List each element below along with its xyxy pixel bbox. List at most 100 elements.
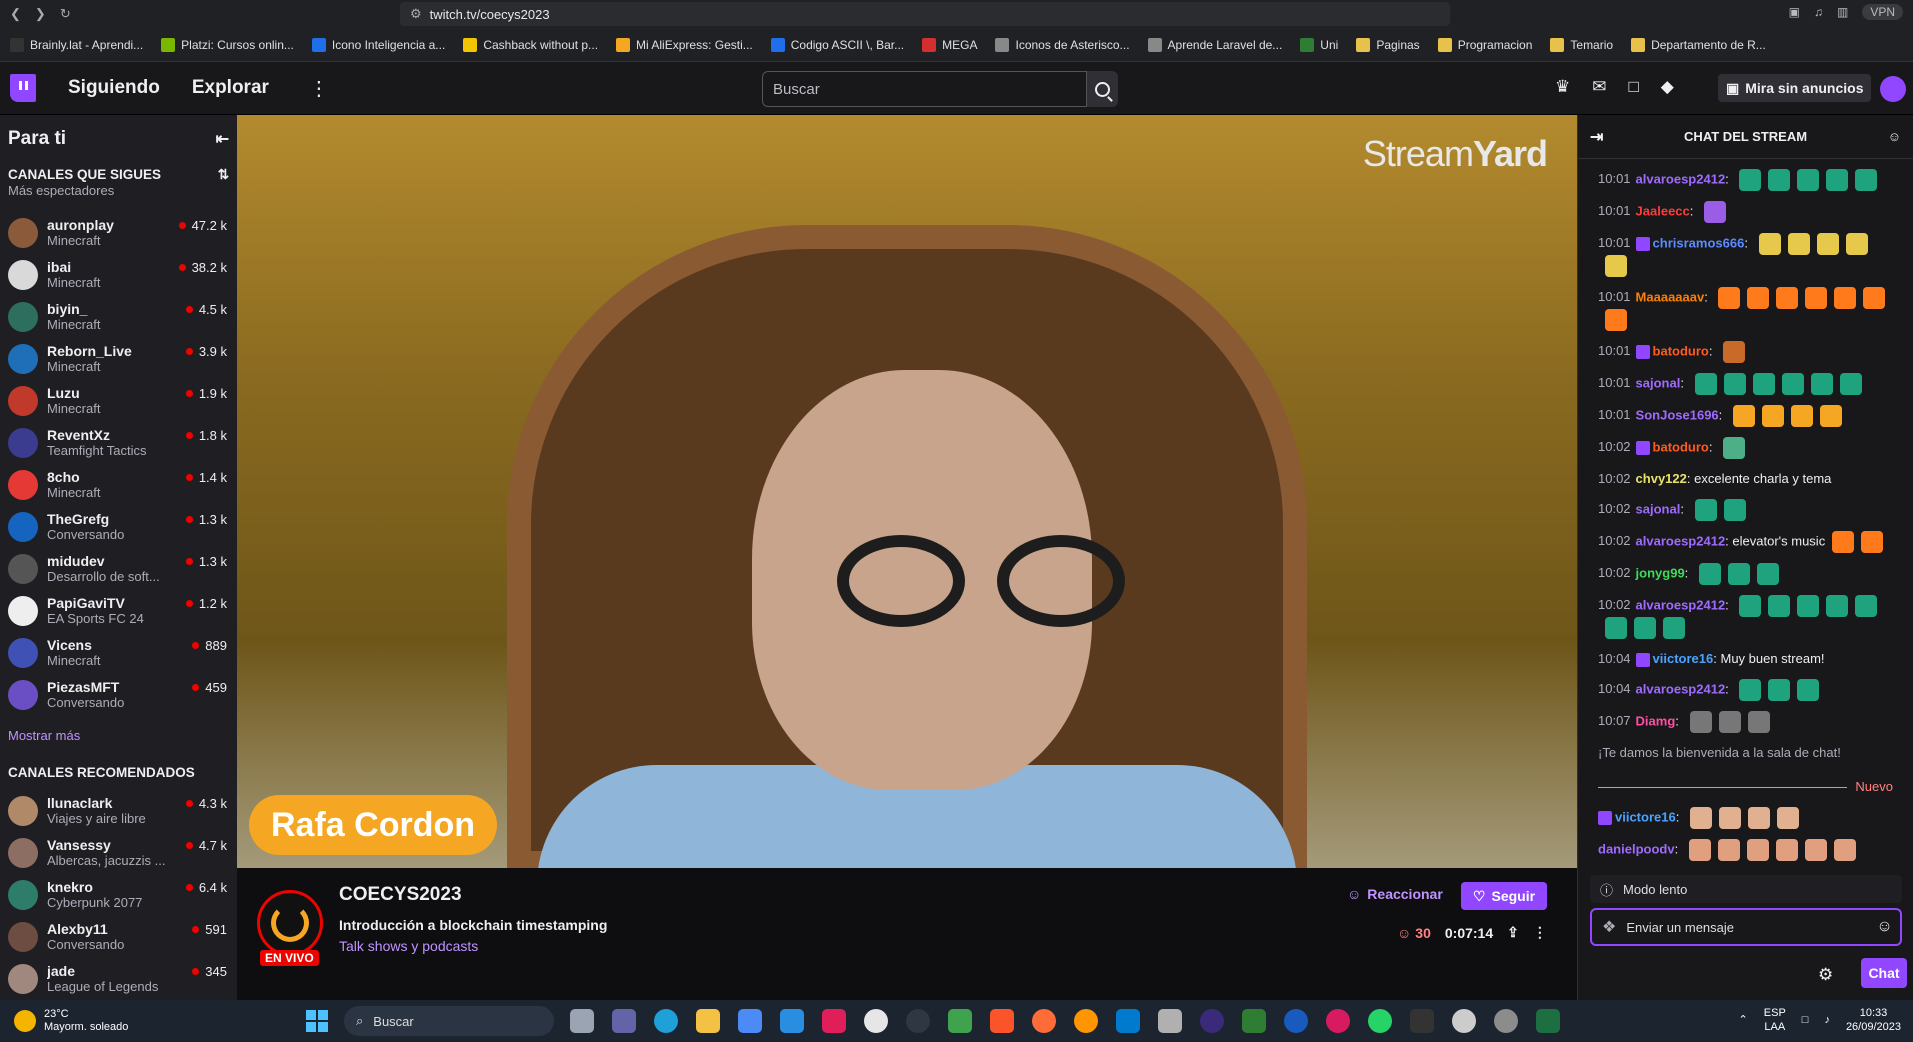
address-bar[interactable]: ⚙ twitch.tv/coecys2023: [400, 2, 1450, 26]
bookmark-item[interactable]: Programacion: [1437, 37, 1532, 52]
message-user[interactable]: SonJose1696: [1636, 407, 1719, 422]
bookmark-item[interactable]: Paginas: [1356, 37, 1420, 52]
bookmark-item[interactable]: Mi AliExpress: Gesti...: [616, 37, 753, 52]
collapse-sidebar-icon[interactable]: ⇤: [216, 129, 229, 149]
more-menu-icon[interactable]: ⋮: [309, 76, 329, 101]
inbox-icon[interactable]: ✉: [1592, 77, 1606, 97]
emote-icon[interactable]: [1718, 711, 1741, 733]
teams-icon[interactable]: [612, 1009, 636, 1033]
community-icon[interactable]: ☺: [1888, 129, 1901, 144]
collapse-chat-icon[interactable]: ⇥: [1590, 127, 1603, 147]
channel-avatar[interactable]: [257, 890, 323, 956]
emote-icon[interactable]: [1747, 287, 1770, 309]
sidebar-channel-item[interactable]: jade League of Legends 345: [0, 958, 237, 1000]
sidebar-channel-item[interactable]: Vansessy Albercas, jacuzzis ... 4.7 k: [0, 832, 237, 874]
vscode-icon[interactable]: [1116, 1009, 1140, 1033]
emote-icon[interactable]: [1723, 373, 1746, 395]
emote-icon[interactable]: [1768, 169, 1791, 191]
emote-icon[interactable]: [1723, 499, 1746, 521]
show-more-link[interactable]: Mostrar más: [0, 716, 237, 761]
obs-icon[interactable]: [906, 1009, 930, 1033]
sidebar-channel-item[interactable]: auronplay Minecraft 47.2 k: [0, 212, 237, 254]
emote-icon[interactable]: [1863, 287, 1886, 309]
share-icon[interactable]: ⇪: [1507, 924, 1519, 941]
slack-icon[interactable]: [822, 1009, 846, 1033]
emote-icon[interactable]: [1694, 499, 1717, 521]
more-options-icon[interactable]: ⋮: [1533, 924, 1547, 941]
emote-icon[interactable]: [1688, 839, 1711, 861]
emote-icon[interactable]: [1752, 373, 1775, 395]
music-icon[interactable]: ♫: [1814, 5, 1823, 19]
bookmark-item[interactable]: Aprende Laravel de...: [1147, 37, 1282, 52]
emote-icon[interactable]: [1805, 287, 1828, 309]
bookmark-item[interactable]: Temario: [1550, 37, 1613, 52]
sidebar-channel-item[interactable]: knekro Cyberpunk 2077 6.4 k: [0, 874, 237, 916]
message-user[interactable]: chvy122: [1636, 471, 1687, 486]
message-user[interactable]: batoduro: [1653, 343, 1709, 358]
tray-chevron-icon[interactable]: ⌃: [1739, 1013, 1748, 1027]
emote-icon[interactable]: [1816, 233, 1839, 255]
message-user[interactable]: batoduro: [1653, 439, 1709, 454]
emote-icon[interactable]: [1861, 531, 1884, 553]
terminal-icon[interactable]: [1410, 1009, 1434, 1033]
emote-icon[interactable]: [1698, 563, 1721, 585]
emote-icon[interactable]: [1810, 373, 1833, 395]
sidebar-channel-item[interactable]: Reborn_Live Minecraft 3.9 k: [0, 338, 237, 380]
emote-icon[interactable]: [1689, 711, 1712, 733]
bookmark-item[interactable]: Uni: [1300, 37, 1338, 52]
task-view-icon[interactable]: [570, 1009, 594, 1033]
emote-icon[interactable]: [1704, 201, 1727, 223]
app-icon-3[interactable]: [1326, 1009, 1350, 1033]
sidebar-channel-item[interactable]: Luzu Minecraft 1.9 k: [0, 380, 237, 422]
whatsapp-icon[interactable]: [1368, 1009, 1392, 1033]
emote-icon[interactable]: [1797, 679, 1820, 701]
emote-icon[interactable]: [1718, 807, 1741, 829]
emote-icon[interactable]: [1797, 169, 1820, 191]
sidebar-channel-item[interactable]: ibai Minecraft 38.2 k: [0, 254, 237, 296]
clock[interactable]: 10:33 26/09/2023: [1846, 1006, 1901, 1034]
word-icon[interactable]: [1284, 1009, 1308, 1033]
start-icon[interactable]: [306, 1010, 328, 1032]
stream-category[interactable]: Talk shows y podcasts: [339, 938, 478, 954]
language-indicator[interactable]: ESP LAA: [1764, 1006, 1786, 1034]
emote-icon[interactable]: [1732, 405, 1755, 427]
vpn-button[interactable]: VPN: [1862, 4, 1903, 20]
sidebar-toggle-icon[interactable]: ▥: [1837, 5, 1848, 19]
volume-icon[interactable]: ♪: [1824, 1013, 1830, 1027]
mail-icon[interactable]: [780, 1009, 804, 1033]
user-avatar[interactable]: [1880, 76, 1906, 102]
bookmark-item[interactable]: Codigo ASCII \, Bar...: [770, 37, 904, 52]
database-icon[interactable]: [1158, 1009, 1182, 1033]
emote-icon[interactable]: [1605, 617, 1627, 639]
emote-icon[interactable]: [1739, 679, 1762, 701]
emote-icon[interactable]: [1739, 595, 1762, 617]
video-player[interactable]: StreamYard Rafa Cordon: [237, 115, 1577, 868]
emote-icon[interactable]: [1605, 255, 1627, 277]
send-chat-button[interactable]: Chat: [1861, 958, 1907, 988]
bookmark-item[interactable]: MEGA: [922, 37, 977, 52]
emote-icon[interactable]: [1834, 287, 1857, 309]
emote-icon[interactable]: [1768, 595, 1791, 617]
ad-free-button[interactable]: ▣ Mira sin anuncios: [1718, 74, 1872, 102]
explorer-icon[interactable]: [696, 1009, 720, 1033]
weather-widget[interactable]: 23°C Mayorm. soleado: [0, 1008, 128, 1034]
message-user[interactable]: jonyg99: [1636, 565, 1685, 580]
chat-input[interactable]: [1626, 919, 1867, 935]
bookmark-item[interactable]: Platzi: Cursos onlin...: [161, 37, 294, 52]
emote-icon[interactable]: [1756, 563, 1779, 585]
emote-icon[interactable]: [1826, 169, 1849, 191]
emote-icon[interactable]: [1761, 405, 1784, 427]
github-icon[interactable]: [864, 1009, 888, 1033]
message-user[interactable]: alvaroesp2412: [1636, 597, 1726, 612]
sidebar-channel-item[interactable]: Alexby11 Conversando 591: [0, 916, 237, 958]
message-user[interactable]: Maaaaaaav: [1636, 289, 1705, 304]
twitch-logo-icon[interactable]: [10, 74, 36, 102]
sidebar-channel-item[interactable]: ReventXz Teamfight Tactics 1.8 k: [0, 422, 237, 464]
message-user[interactable]: viictore16: [1615, 809, 1676, 824]
message-user[interactable]: danielpoodv: [1598, 841, 1675, 856]
message-user[interactable]: Jaaleecc: [1636, 203, 1690, 218]
emote-icon[interactable]: [1694, 373, 1717, 395]
message-user[interactable]: viictore16: [1653, 651, 1714, 666]
emote-icon[interactable]: [1855, 595, 1878, 617]
sidebar-channel-item[interactable]: 8cho Minecraft 1.4 k: [0, 464, 237, 506]
